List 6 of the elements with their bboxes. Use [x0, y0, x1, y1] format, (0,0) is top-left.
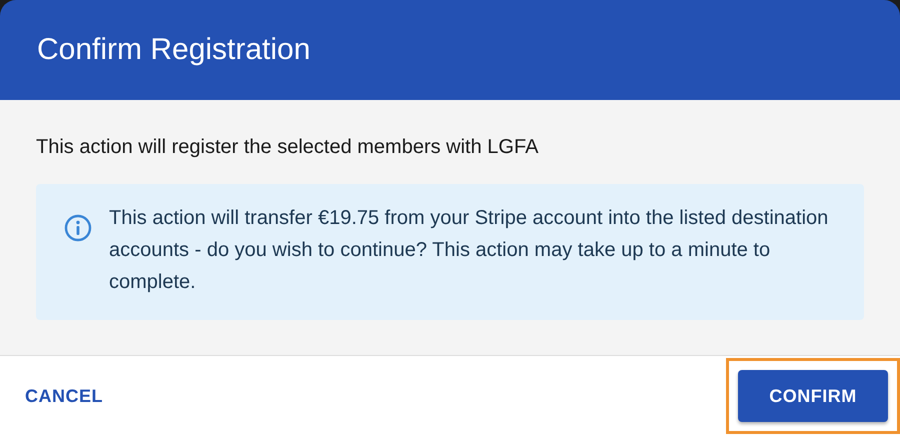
confirm-button[interactable]: CONFIRM	[738, 370, 888, 422]
info-icon	[64, 214, 92, 242]
message-text: This action will register the selected members with LGFA	[36, 136, 540, 159]
dialog-title: Confirm Registration	[37, 33, 310, 67]
cancel-button[interactable]: CANCEL	[25, 378, 103, 414]
alert-text: This action will transfer €19.75 from your Stripe account into the listed destination accounts - do you wish to continue? This action may take up to a minute to complete.	[109, 206, 830, 295]
